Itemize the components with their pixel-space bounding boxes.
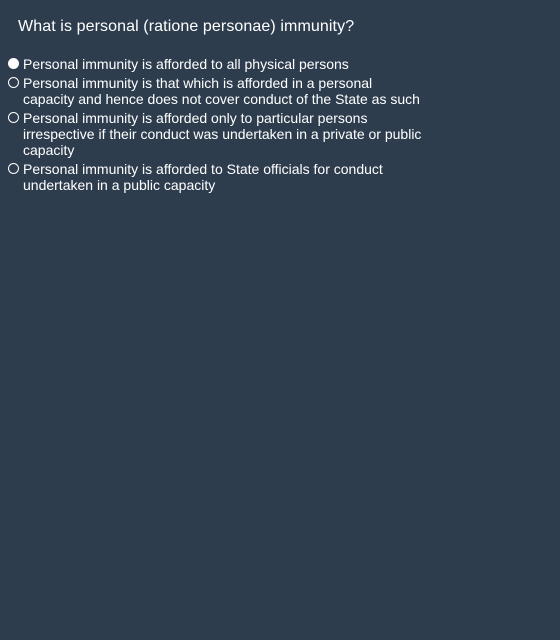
answer-label-1: Personal immunity is afforded to all phy… — [23, 56, 349, 72]
answer-option-3[interactable]: Personal immunity is afforded only to pa… — [8, 110, 438, 158]
question-text: What is personal (ratione personae) immu… — [18, 18, 355, 35]
radio-button-4[interactable] — [8, 163, 19, 174]
radio-button-2[interactable] — [8, 77, 19, 88]
answer-label-3: Personal immunity is afforded only to pa… — [23, 110, 422, 158]
answer-option-2[interactable]: Personal immunity is that which is affor… — [8, 75, 438, 107]
answer-label-4: Personal immunity is afforded to State o… — [23, 161, 383, 193]
answer-option-1[interactable]: Personal immunity is afforded to all phy… — [8, 56, 438, 72]
answer-label-2: Personal immunity is that which is affor… — [23, 75, 420, 107]
answer-option-4[interactable]: Personal immunity is afforded to State o… — [8, 161, 438, 193]
radio-button-1[interactable] — [8, 58, 19, 69]
answer-options: Personal immunity is afforded to all phy… — [8, 56, 438, 196]
radio-button-3[interactable] — [8, 112, 19, 123]
